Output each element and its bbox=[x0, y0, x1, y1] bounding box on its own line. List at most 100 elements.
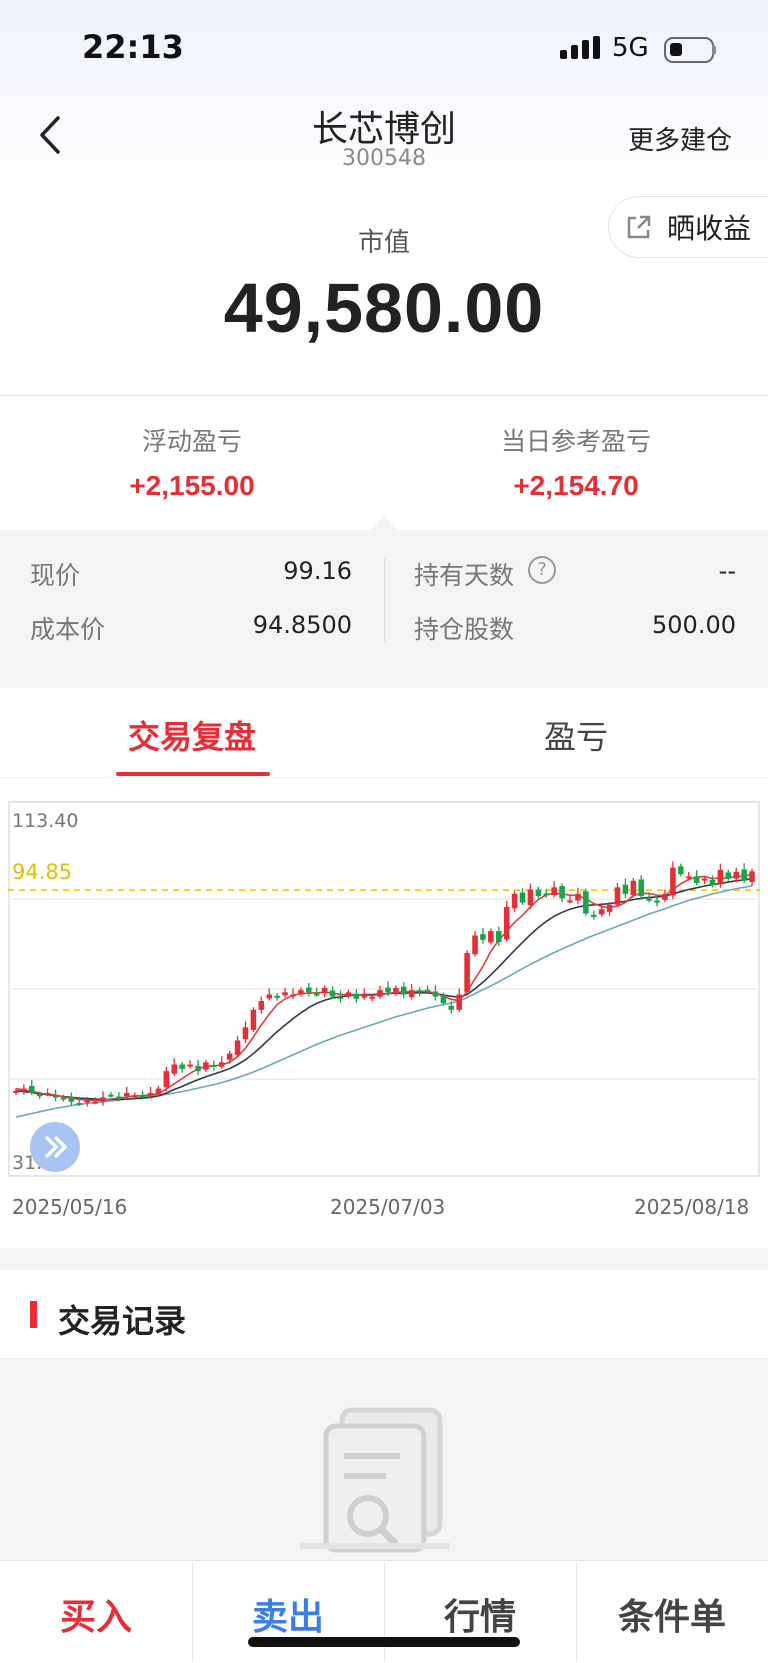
candle-body bbox=[733, 872, 739, 879]
candle-body bbox=[100, 1097, 106, 1102]
candle-body bbox=[678, 866, 684, 875]
conditional-order-button[interactable]: 条件单 bbox=[576, 1560, 768, 1663]
candle-body bbox=[195, 1065, 201, 1072]
profit-loss-panel bbox=[0, 395, 768, 530]
candle-body bbox=[329, 990, 336, 997]
candle-body bbox=[226, 1053, 233, 1060]
daily-pl-label: 当日参考盈亏 bbox=[500, 427, 651, 456]
candle-body bbox=[60, 1097, 67, 1100]
candle-body bbox=[155, 1088, 162, 1095]
cost-line-label: 94.85 bbox=[12, 860, 73, 884]
candle-body bbox=[741, 869, 747, 881]
candle-body bbox=[147, 1092, 154, 1095]
more-positions-button[interactable]: 更多建仓 bbox=[628, 120, 732, 157]
candle-body bbox=[749, 871, 755, 883]
candle-body bbox=[527, 889, 534, 906]
market-value: 49,580.00 bbox=[223, 269, 545, 347]
candle-body bbox=[503, 907, 510, 940]
candle-body bbox=[313, 993, 320, 996]
candle-body bbox=[321, 987, 328, 994]
candle-body bbox=[29, 1085, 35, 1093]
candle-body bbox=[258, 1001, 265, 1010]
floating-pl-label: 浮动盈亏 bbox=[141, 427, 242, 456]
candle-body bbox=[274, 995, 280, 998]
network-label: 5G bbox=[612, 33, 649, 63]
candle-body bbox=[583, 891, 589, 914]
candle-body bbox=[630, 880, 637, 896]
candle-body bbox=[598, 909, 605, 915]
ma-short-line bbox=[15, 873, 753, 1102]
ma-long-line bbox=[15, 885, 753, 1118]
candle-body bbox=[345, 992, 352, 997]
help-icon[interactable]: ? bbox=[528, 556, 556, 584]
floating-pl-value: +2,155.00 bbox=[129, 470, 255, 501]
candle-body bbox=[606, 904, 613, 912]
candle-body bbox=[424, 989, 431, 992]
candle-body bbox=[187, 1064, 193, 1067]
tab-indicator bbox=[116, 772, 270, 776]
holding-days-value: -- bbox=[718, 557, 736, 585]
candle-body bbox=[139, 1095, 146, 1098]
cost-label: 成本价 bbox=[30, 615, 106, 644]
candle-body bbox=[179, 1064, 185, 1069]
candle-body bbox=[44, 1092, 51, 1095]
shares-value: 500.00 bbox=[652, 611, 736, 639]
candle-body bbox=[377, 990, 383, 997]
candle-body bbox=[622, 884, 629, 894]
candle-body bbox=[36, 1094, 43, 1097]
x-label-mid: 2025/07/03 bbox=[330, 1195, 446, 1219]
status-time: 22:13 bbox=[82, 28, 184, 66]
candle-body bbox=[638, 879, 645, 897]
candle-body bbox=[52, 1095, 59, 1098]
candle-body bbox=[116, 1096, 122, 1099]
candle-body bbox=[662, 893, 668, 901]
candle-body bbox=[203, 1062, 209, 1070]
tab-profit-loss[interactable]: 盈亏 bbox=[384, 712, 768, 758]
candle-body bbox=[543, 893, 550, 896]
candle-body bbox=[472, 935, 478, 955]
candle-body bbox=[171, 1064, 178, 1074]
candle-body bbox=[456, 994, 462, 1010]
candle-body bbox=[234, 1040, 241, 1055]
candle-body bbox=[709, 879, 716, 886]
candle-body bbox=[701, 878, 708, 881]
candle-body bbox=[108, 1094, 114, 1097]
tab-trade-review[interactable]: 交易复盘 bbox=[0, 712, 384, 758]
candle-body bbox=[393, 987, 399, 994]
candle-body bbox=[559, 886, 565, 899]
holding-days-label: 持有天数 bbox=[414, 561, 515, 590]
buy-button[interactable]: 买入 bbox=[0, 1560, 192, 1663]
market-button[interactable]: 行情 bbox=[384, 1560, 576, 1663]
candle-body bbox=[385, 987, 391, 993]
empty-document-icon bbox=[300, 1407, 450, 1553]
candle-body bbox=[670, 867, 676, 896]
x-label-start: 2025/05/16 bbox=[12, 1195, 128, 1219]
candle-body bbox=[495, 931, 502, 943]
candle-body bbox=[480, 934, 486, 940]
expand-chart-button[interactable] bbox=[30, 1122, 80, 1172]
price-value: 99.16 bbox=[283, 557, 352, 585]
pl-pointer bbox=[370, 515, 398, 530]
candle-body bbox=[163, 1071, 170, 1088]
candle-body bbox=[401, 986, 407, 995]
battery-icon bbox=[664, 37, 714, 63]
candle-body bbox=[464, 952, 470, 992]
candle-body bbox=[218, 1062, 225, 1067]
battery-tip bbox=[712, 45, 716, 55]
candle-body bbox=[551, 887, 557, 896]
double-chevron-icon bbox=[44, 1135, 68, 1159]
candle-body bbox=[440, 995, 447, 1004]
candle-body bbox=[68, 1096, 75, 1102]
sell-button[interactable]: 卖出 bbox=[192, 1560, 384, 1663]
candle-body bbox=[535, 889, 542, 897]
signal-icon bbox=[560, 36, 600, 59]
x-label-end: 2025/08/18 bbox=[634, 1195, 750, 1219]
candle-body bbox=[250, 1009, 257, 1030]
candle-body bbox=[575, 893, 581, 901]
details-divider bbox=[384, 558, 385, 642]
candle-body bbox=[685, 876, 692, 879]
candle-body bbox=[266, 994, 273, 999]
candle-body bbox=[646, 898, 652, 901]
candle-body bbox=[448, 1005, 455, 1010]
market-value-label: 市值 bbox=[357, 228, 410, 258]
